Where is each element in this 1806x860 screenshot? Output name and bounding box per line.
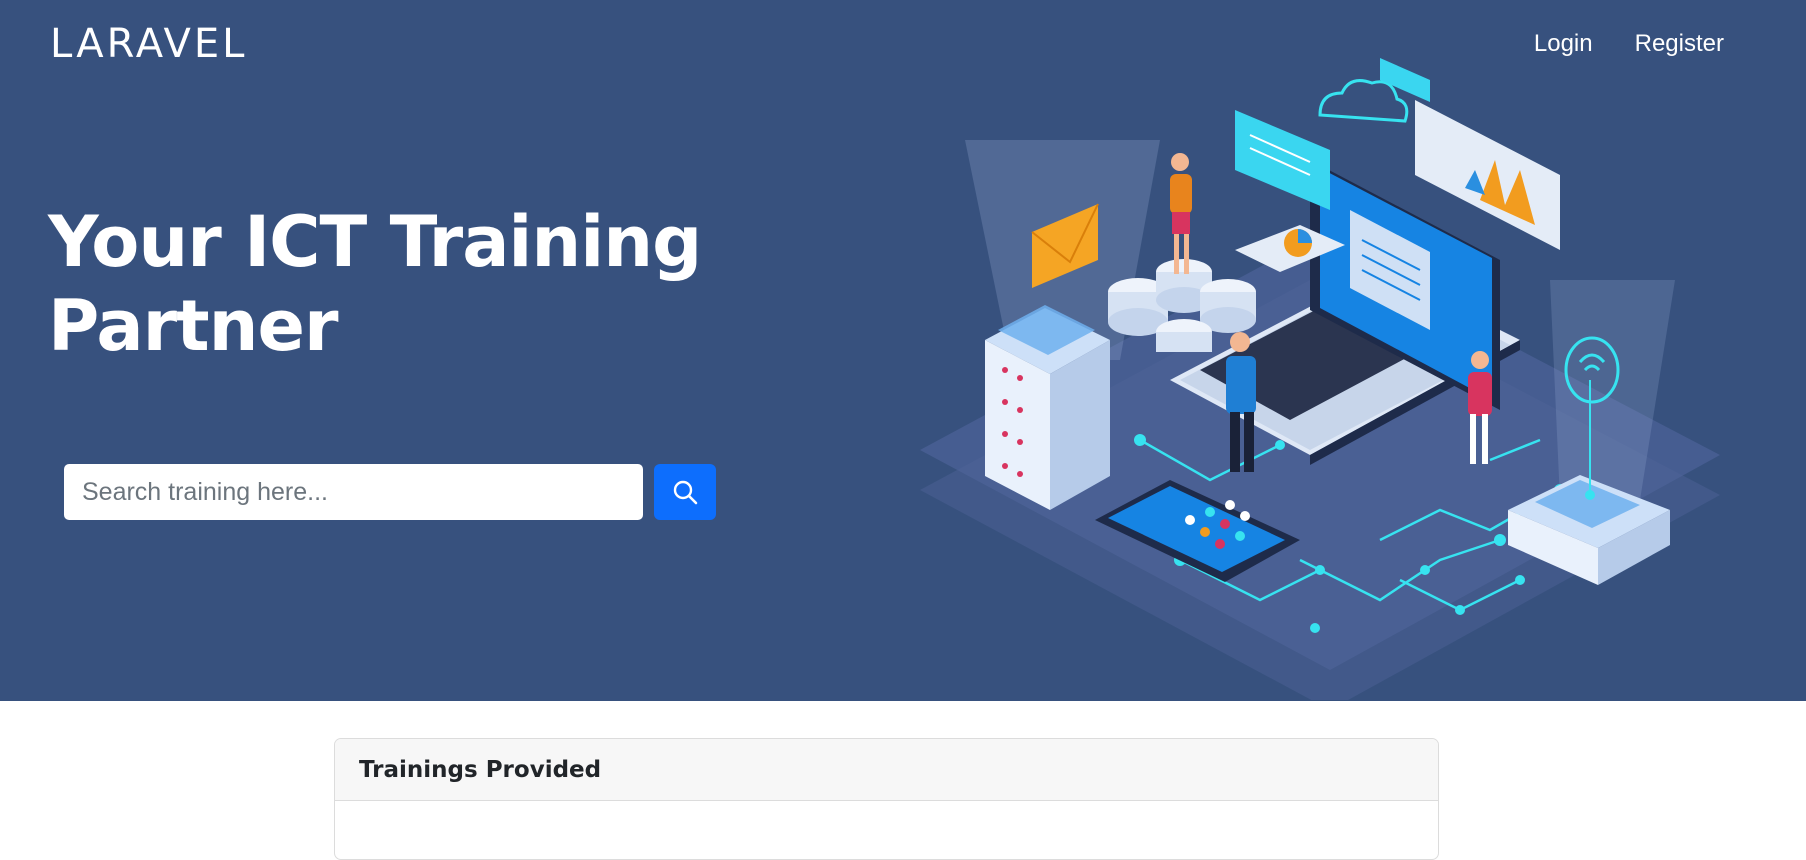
trainings-card-header: Trainings Provided bbox=[335, 739, 1438, 801]
hero-section: LARAVEL Login Register Your ICT Training… bbox=[0, 0, 1806, 701]
trainings-card-title: Trainings Provided bbox=[359, 756, 602, 783]
hero-illustration bbox=[920, 58, 1720, 700]
hero-headline: Your ICT Training Partner bbox=[48, 201, 702, 367]
cloud-icon bbox=[1318, 79, 1409, 123]
brand-logo[interactable]: LARAVEL bbox=[50, 22, 247, 66]
search-icon bbox=[673, 480, 698, 505]
trainings-card: Trainings Provided bbox=[334, 738, 1439, 860]
training-search-input[interactable] bbox=[64, 464, 643, 520]
floating-panel-teal bbox=[1235, 110, 1330, 210]
floating-panel-small bbox=[1380, 58, 1430, 102]
woman-figure bbox=[1170, 153, 1192, 274]
search-button[interactable] bbox=[654, 464, 716, 520]
server-rack-left bbox=[985, 305, 1110, 510]
